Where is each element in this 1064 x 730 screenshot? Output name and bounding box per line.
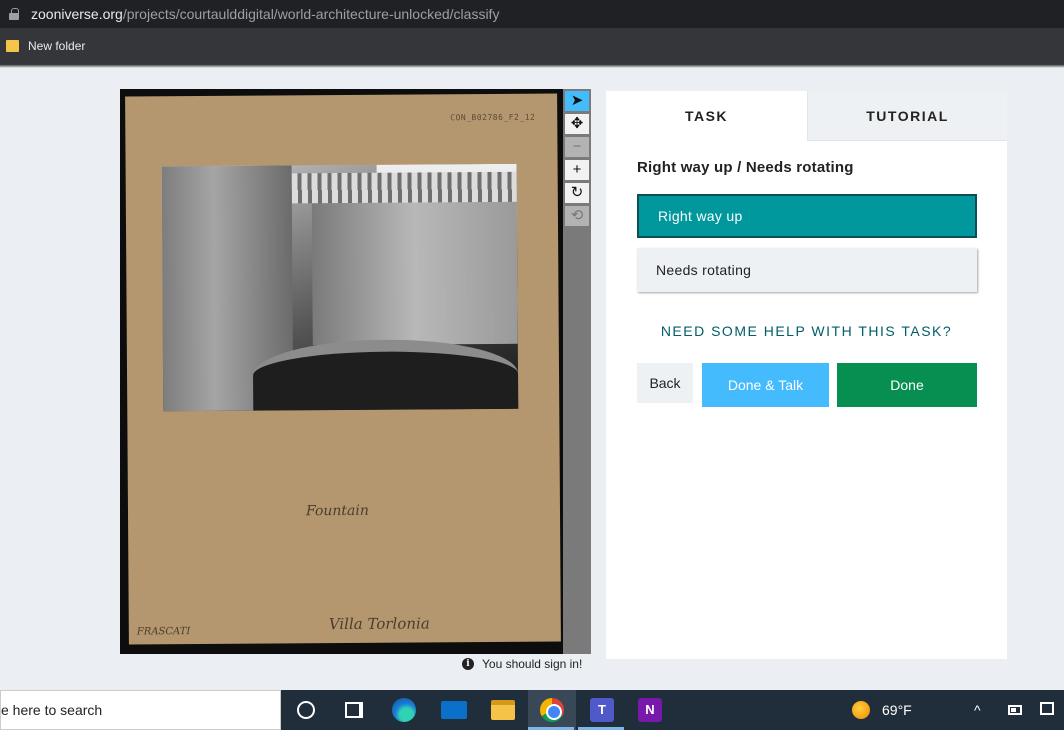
help-link[interactable]: NEED SOME HELP WITH THIS TASK? (606, 323, 1007, 339)
zoom-out-icon[interactable]: − (565, 137, 589, 157)
viewer-toolbar: ➤ ✥ − + ↻ ⟲ (563, 89, 591, 654)
battery-icon[interactable] (1008, 705, 1022, 715)
tab-tutorial[interactable]: TUTORIAL (807, 91, 1007, 141)
archive-card: CON_B02786_F2_12 Fountain Villa Torlonia… (125, 93, 561, 645)
zoom-in-icon[interactable]: + (565, 160, 589, 180)
photo-basin (252, 338, 519, 411)
fountain-photo (161, 163, 519, 412)
bookmark-new-folder[interactable]: New folder (28, 39, 85, 53)
bookmarks-bar: New folder (0, 28, 1064, 64)
cortana-icon[interactable] (297, 701, 315, 719)
answer-right-way-up[interactable]: Right way up (637, 194, 977, 238)
photo-wall-back (311, 193, 518, 346)
taskbar: e here to search T N 69°F ^ (0, 690, 1064, 730)
tab-task[interactable]: TASK (606, 91, 807, 141)
reset-icon[interactable]: ⟲ (565, 206, 589, 226)
info-icon: i (462, 658, 474, 670)
tray-chevron-icon[interactable]: ^ (974, 702, 981, 718)
pointer-icon[interactable]: ➤ (565, 91, 589, 111)
sign-in-text: You should sign in! (482, 657, 583, 671)
edge-icon[interactable] (392, 698, 416, 722)
card-id: CON_B02786_F2_12 (450, 112, 536, 123)
answer-needs-rotating[interactable]: Needs rotating (637, 248, 977, 292)
task-panel: TASK TUTORIAL Right way up / Needs rotat… (606, 91, 1007, 659)
task-question: Right way up / Needs rotating (637, 159, 854, 176)
weather-sun-icon[interactable] (852, 701, 870, 719)
sign-in-notice: i You should sign in! (462, 657, 582, 671)
done-button[interactable]: Done (837, 363, 977, 407)
rotate-icon[interactable]: ↻ (565, 183, 589, 203)
caption-town: FRASCATI (136, 626, 191, 638)
task-view-icon[interactable] (345, 702, 363, 718)
network-icon[interactable] (1040, 702, 1054, 715)
teams-icon[interactable]: T (590, 698, 614, 722)
done-and-talk-button[interactable]: Done & Talk (702, 363, 829, 407)
file-explorer-icon[interactable] (491, 700, 515, 720)
address-bar[interactable]: zooniverse.org/projects/courtaulddigital… (0, 0, 1064, 28)
weather-temperature[interactable]: 69°F (882, 690, 912, 730)
lock-icon (9, 8, 19, 20)
move-icon[interactable]: ✥ (565, 114, 589, 134)
subject-viewer[interactable]: CON_B02786_F2_12 Fountain Villa Torlonia… (120, 89, 563, 654)
mail-icon[interactable] (441, 701, 467, 719)
onenote-icon[interactable]: N (638, 698, 662, 722)
caption-villa: Villa Torlonia (328, 614, 430, 634)
url-domain: zooniverse.org (31, 6, 123, 22)
caption-fountain: Fountain (305, 502, 369, 520)
photo-balustrade (291, 171, 517, 204)
back-button[interactable]: Back (637, 363, 693, 403)
divider (0, 64, 1064, 68)
chrome-icon[interactable] (540, 698, 564, 722)
taskbar-search[interactable]: e here to search (0, 690, 281, 730)
url-path: /projects/courtaulddigital/world-archite… (122, 6, 500, 22)
folder-icon (6, 40, 19, 52)
